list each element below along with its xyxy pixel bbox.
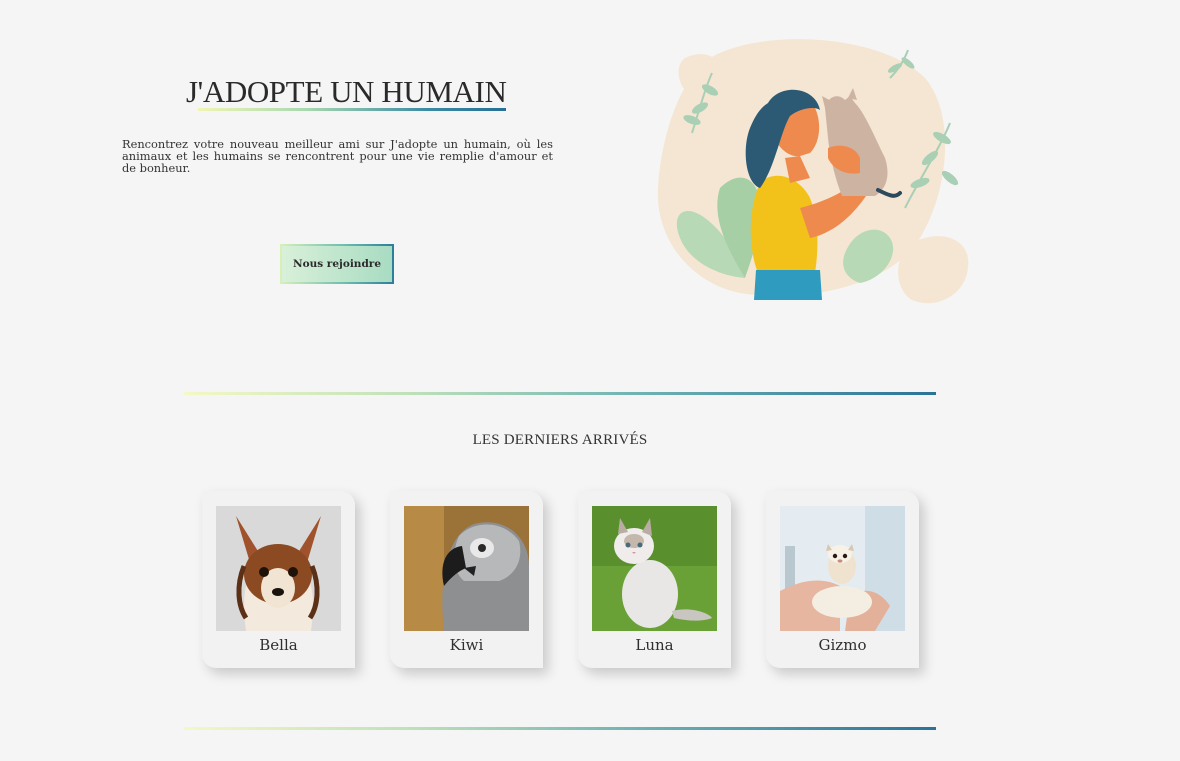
- hero-description: Rencontrez votre nouveau meilleur ami su…: [122, 137, 553, 175]
- white-cat-photo: [592, 506, 717, 631]
- title-underline: [198, 108, 507, 111]
- join-button[interactable]: Nous rejoindre: [280, 244, 394, 284]
- ferret-photo: [780, 506, 905, 631]
- grey-parrot-photo: [404, 506, 529, 631]
- pet-name: Luna: [635, 636, 674, 654]
- latest-arrivals-title: LES DERNIERS ARRIVÉS: [472, 432, 648, 448]
- pet-card-luna[interactable]: Luna: [578, 491, 731, 668]
- page-title-text: J'ADOPTE UN HUMAIN: [186, 74, 507, 109]
- chihuahua-photo: [216, 506, 341, 631]
- pet-card-bella[interactable]: Bella: [202, 491, 355, 668]
- pet-name: Kiwi: [449, 636, 484, 654]
- pet-card-gizmo[interactable]: Gizmo: [766, 491, 919, 668]
- pet-name: Bella: [259, 636, 298, 654]
- page-title: J'ADOPTE UN HUMAIN: [186, 74, 507, 111]
- pet-name: Gizmo: [818, 636, 867, 654]
- section-divider-top: [184, 392, 936, 395]
- woman-holding-cat-illustration: [650, 38, 980, 310]
- pet-card-kiwi[interactable]: Kiwi: [390, 491, 543, 668]
- section-divider-bottom: [184, 727, 936, 730]
